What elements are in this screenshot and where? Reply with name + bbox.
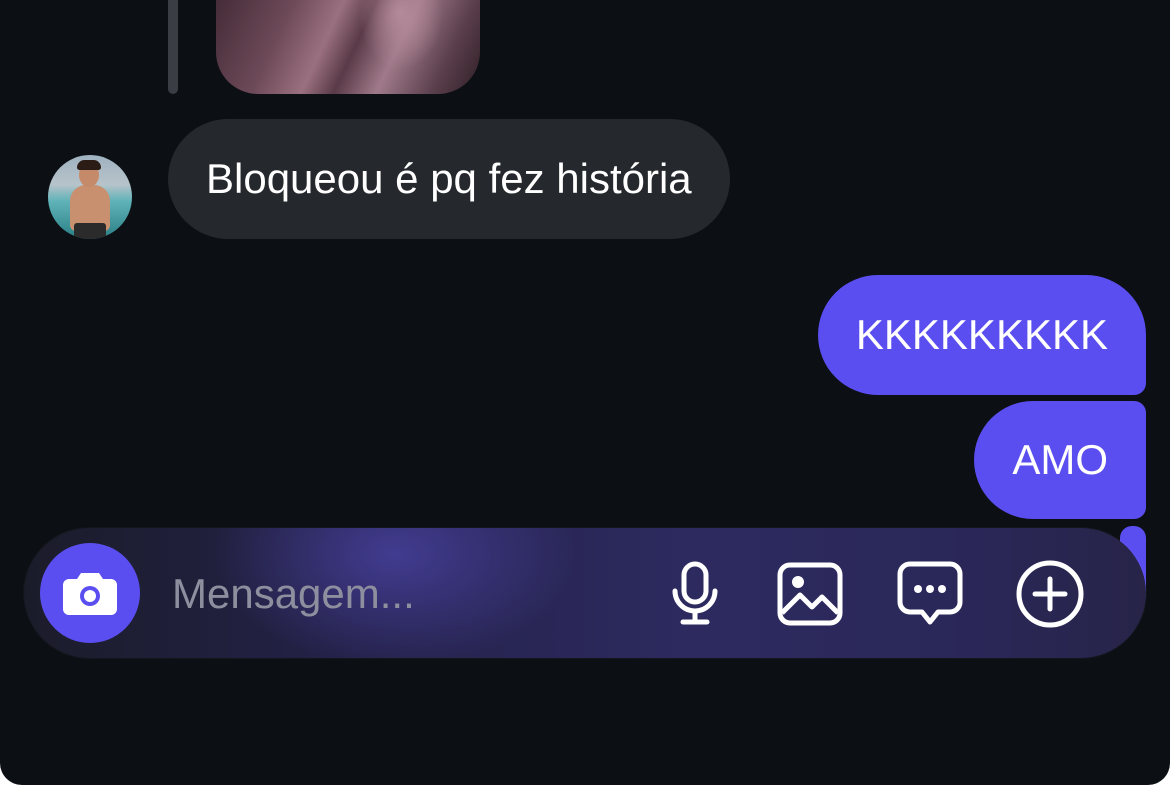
avatar-figure-shorts [74, 223, 106, 239]
gallery-button[interactable] [774, 558, 846, 630]
plus-circle-icon [1016, 560, 1084, 628]
reply-thread-line [168, 0, 178, 94]
outgoing-message-bubble[interactable]: AMO [974, 401, 1146, 519]
chat-screen: Bloqueou é pq fez história KKKKKKKKK AMO [0, 0, 1170, 785]
image-icon [777, 562, 843, 626]
microphone-icon [672, 561, 718, 625]
message-text: Bloqueou é pq fez história [206, 155, 692, 202]
contact-avatar[interactable] [48, 155, 132, 239]
message-text: AMO [1012, 436, 1108, 483]
message-composer [24, 528, 1146, 658]
chat-bubble-icon [897, 561, 963, 625]
message-input[interactable] [170, 561, 614, 627]
message-text: KKKKKKKKK [855, 311, 1108, 358]
camera-button[interactable] [40, 543, 140, 643]
incoming-message-bubble[interactable]: Bloqueou é pq fez história [168, 119, 730, 239]
voice-message-button[interactable] [659, 558, 731, 630]
shared-media-thumbnail[interactable] [216, 0, 480, 94]
more-options-button[interactable] [1014, 558, 1086, 630]
camera-icon [63, 573, 117, 615]
avatar-figure-hair [77, 160, 101, 170]
chat-options-button[interactable] [894, 558, 966, 630]
outgoing-message-bubble[interactable]: KKKKKKKKK [817, 275, 1146, 395]
